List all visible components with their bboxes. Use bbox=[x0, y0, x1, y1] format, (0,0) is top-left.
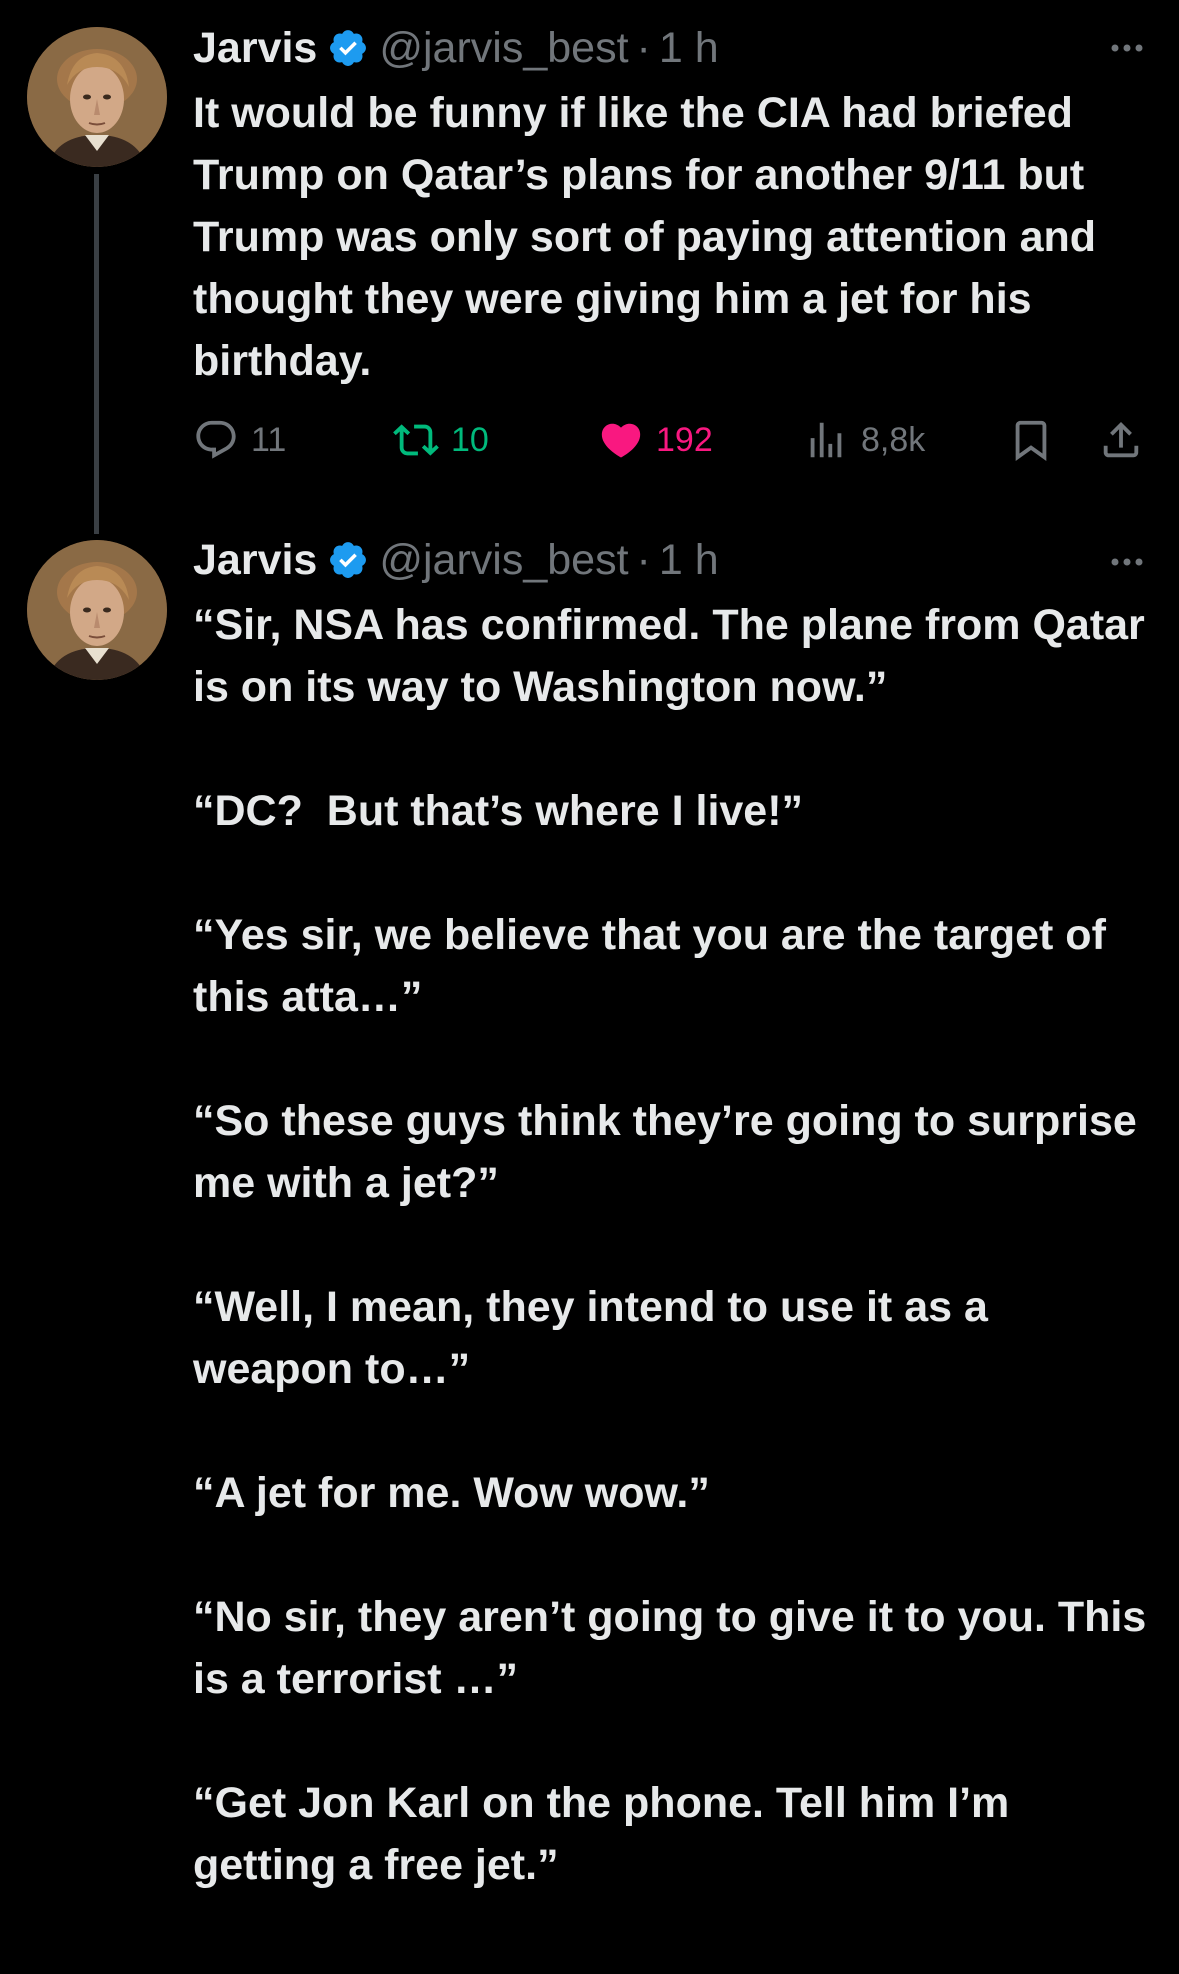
views-icon bbox=[810, 422, 842, 458]
verified-badge-icon bbox=[330, 542, 367, 578]
more-horizontal-icon bbox=[1111, 44, 1143, 52]
timestamp[interactable]: 1 h bbox=[659, 536, 719, 585]
retweet-icon bbox=[393, 424, 439, 456]
verified-badge-icon bbox=[330, 30, 367, 66]
tweet-text: “Sir, NSA has confirmed. The plane from … bbox=[193, 601, 1147, 1889]
like-button[interactable]: 192 bbox=[598, 410, 713, 470]
more-options-button[interactable] bbox=[1105, 540, 1149, 584]
tweet-1[interactable]: Jarvis @jarvis_best · 1 h It would be fu… bbox=[0, 0, 1179, 534]
tweet-2[interactable]: Jarvis @jarvis_best · 1 h “Sir, NSA has … bbox=[0, 520, 1179, 1974]
avatar[interactable] bbox=[27, 540, 167, 680]
more-options-button[interactable] bbox=[1105, 26, 1149, 70]
reply-icon bbox=[196, 420, 236, 459]
heart-icon bbox=[601, 423, 641, 458]
retweet-count: 10 bbox=[451, 420, 489, 459]
author-handle[interactable]: @jarvis_best bbox=[379, 24, 628, 73]
avatar-portrait bbox=[27, 27, 167, 167]
author-name[interactable]: Jarvis bbox=[193, 24, 317, 73]
author-name[interactable]: Jarvis bbox=[193, 536, 317, 585]
avatar-portrait bbox=[27, 540, 167, 680]
share-button[interactable] bbox=[1098, 410, 1144, 470]
share-icon bbox=[1103, 421, 1139, 458]
tweet-header: Jarvis @jarvis_best · 1 h bbox=[193, 530, 719, 590]
retweet-button[interactable]: 10 bbox=[393, 410, 489, 470]
tweet-text: It would be funny if like the CIA had br… bbox=[193, 89, 1109, 385]
thread-connector-line bbox=[94, 174, 99, 534]
separator-dot: · bbox=[636, 535, 651, 584]
tweet-actions: 11 10 192 8,8k bbox=[193, 410, 1153, 470]
author-handle[interactable]: @jarvis_best bbox=[379, 536, 628, 585]
bookmark-icon bbox=[1015, 420, 1047, 461]
more-horizontal-icon bbox=[1111, 558, 1143, 566]
views-button[interactable]: 8,8k bbox=[803, 410, 925, 470]
like-count: 192 bbox=[656, 420, 713, 459]
bookmark-button[interactable] bbox=[1008, 410, 1054, 470]
reply-count: 11 bbox=[251, 420, 287, 459]
tweet-header: Jarvis @jarvis_best · 1 h bbox=[193, 18, 719, 78]
views-count: 8,8k bbox=[861, 420, 926, 459]
reply-button[interactable]: 11 bbox=[193, 410, 286, 470]
separator-dot: · bbox=[636, 23, 651, 72]
timestamp[interactable]: 1 h bbox=[659, 24, 719, 73]
avatar[interactable] bbox=[27, 27, 167, 167]
